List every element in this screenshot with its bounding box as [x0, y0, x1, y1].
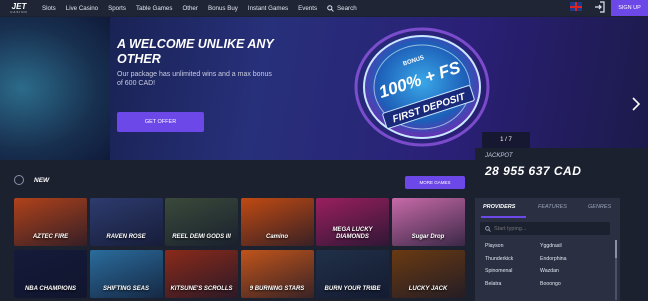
game-tile[interactable]: Sugar Drop — [391, 198, 465, 246]
game-tile[interactable]: AZTEC FIRE — [14, 198, 87, 246]
nav-live-casino[interactable]: Live Casino — [66, 5, 98, 12]
provider-item[interactable]: Yggdrasil — [540, 243, 595, 249]
provider-search-box[interactable] — [480, 222, 610, 235]
game-tile[interactable]: Camino — [240, 198, 314, 246]
provider-item[interactable]: Thunderkick — [485, 256, 540, 262]
game-title: 9 BURNING STARS — [249, 286, 305, 292]
game-tile[interactable]: RAVEN ROSE — [89, 198, 163, 246]
sign-up-button[interactable]: SIGN UP — [611, 0, 648, 16]
games-grid: AZTEC FIRE RAVEN ROSE REEL DEMI GODS III Ca… — [14, 198, 466, 301]
game-title: MEGA LUCKY DIAMONDS — [332, 227, 373, 240]
provider-search-input[interactable] — [494, 225, 604, 232]
uk-flag-icon[interactable] — [570, 2, 582, 11]
provider-item[interactable]: Wazdan — [540, 268, 595, 274]
jackpot-label: JACKPOT — [485, 153, 513, 159]
jackpot-panel: JACKPOT 28 955 637 CAD — [475, 148, 648, 188]
new-section-header: NEW — [14, 175, 49, 185]
provider-row: Thunderkick Endorphina — [485, 253, 615, 266]
game-title: AZTEC FIRE — [32, 234, 69, 240]
game-title: SHIFTING SEAS — [102, 286, 149, 292]
logo-text: JET — [11, 1, 27, 11]
provider-row: Belatra Booongo — [485, 278, 615, 291]
hero-subtitle: Our package has unlimited wins and a max… — [117, 71, 272, 87]
game-tile[interactable]: REEL DEMI GODS III — [165, 198, 238, 246]
logo-subtext: CASINO — [10, 9, 28, 14]
main-nav: Slots Live Casino Sports Table Games Oth… — [42, 5, 367, 12]
new-section-title: NEW — [34, 176, 50, 184]
provider-item[interactable]: Spinomenal — [485, 268, 540, 274]
game-title: Sugar Drop — [411, 234, 445, 240]
get-offer-button[interactable]: GET OFFER — [117, 112, 204, 132]
nav-events[interactable]: Events — [298, 5, 317, 12]
nav-bonus-buy[interactable]: Bonus Buy — [208, 5, 238, 12]
game-title: NBA CHAMPIONS — [24, 286, 77, 292]
new-icon — [14, 175, 24, 185]
hero-left-art — [0, 17, 110, 160]
tab-genres[interactable]: GENRES — [588, 204, 611, 210]
game-tile[interactable]: BURN YOUR TRIBE — [316, 250, 389, 298]
providers-panel: PROVIDERS FEATURES GENRES Playson Yggdra… — [475, 198, 620, 301]
provider-item[interactable]: Playson — [485, 243, 540, 249]
provider-list: Playson Yggdrasil Thunderkick Endorphina… — [485, 240, 615, 290]
hero-title: A WELCOME UNLIKE ANY OTHER — [117, 37, 274, 66]
provider-item[interactable]: Booongo — [540, 281, 595, 287]
nav-sports[interactable]: Sports — [108, 5, 126, 12]
game-title: LUCKY JACK — [408, 286, 448, 292]
nav-instant-games[interactable]: Instant Games — [248, 5, 288, 12]
game-tile[interactable]: KITSUNE'S SCROLLS — [165, 250, 238, 298]
provider-item[interactable]: Endorphina — [540, 256, 595, 262]
game-tile[interactable]: LUCKY JACK — [391, 250, 465, 298]
game-title: KITSUNE'S SCROLLS — [170, 286, 233, 292]
active-tab-indicator — [481, 216, 526, 218]
hero-banner: A WELCOME UNLIKE ANY OTHER Our package h… — [0, 17, 648, 160]
game-tile[interactable]: NBA CHAMPIONS — [14, 250, 87, 298]
search-icon — [327, 4, 334, 12]
nav-other[interactable]: Other — [182, 5, 197, 12]
bonus-disc-graphic: BONUS 100% + FS FIRST DEPOSIT — [354, 27, 490, 147]
game-title: Camino — [265, 234, 288, 240]
game-tile[interactable]: 9 BURNING STARS — [240, 250, 314, 298]
provider-scrollbar[interactable] — [615, 240, 617, 300]
game-title: RAVEN ROSE — [106, 234, 146, 240]
top-navigation-bar: JET CASINO Slots Live Casino Sports Tabl… — [0, 0, 648, 16]
slide-counter: 1 / 7 — [482, 132, 530, 148]
providers-tabs: PROVIDERS FEATURES GENRES — [475, 204, 620, 214]
scrollbar-thumb[interactable] — [615, 240, 617, 258]
search-icon — [485, 225, 491, 232]
game-tile[interactable]: SHIFTING SEAS — [89, 250, 163, 298]
nav-table-games[interactable]: Table Games — [136, 5, 172, 12]
nav-search[interactable]: Search — [327, 5, 357, 12]
provider-row: Spinomenal Wazdan — [485, 265, 615, 278]
jet-casino-logo[interactable]: JET CASINO — [4, 0, 34, 16]
tab-providers[interactable]: PROVIDERS — [483, 204, 515, 210]
jackpot-amount: 28 955 637 CAD — [485, 164, 582, 178]
search-label: Search — [337, 4, 357, 12]
nav-slots[interactable]: Slots — [42, 5, 56, 12]
provider-row: Playson Yggdrasil — [485, 240, 615, 253]
chevron-right-icon[interactable] — [631, 97, 641, 111]
login-icon[interactable] — [594, 1, 606, 13]
more-games-button[interactable]: MORE GAMES — [405, 176, 465, 189]
game-title: REEL DEMI GODS III — [172, 234, 231, 240]
tab-features[interactable]: FEATURES — [538, 204, 567, 210]
game-tile[interactable]: MEGA LUCKY DIAMONDS — [316, 198, 389, 246]
game-title: BURN YOUR TRIBE — [324, 286, 381, 292]
provider-item[interactable]: Belatra — [485, 281, 540, 287]
